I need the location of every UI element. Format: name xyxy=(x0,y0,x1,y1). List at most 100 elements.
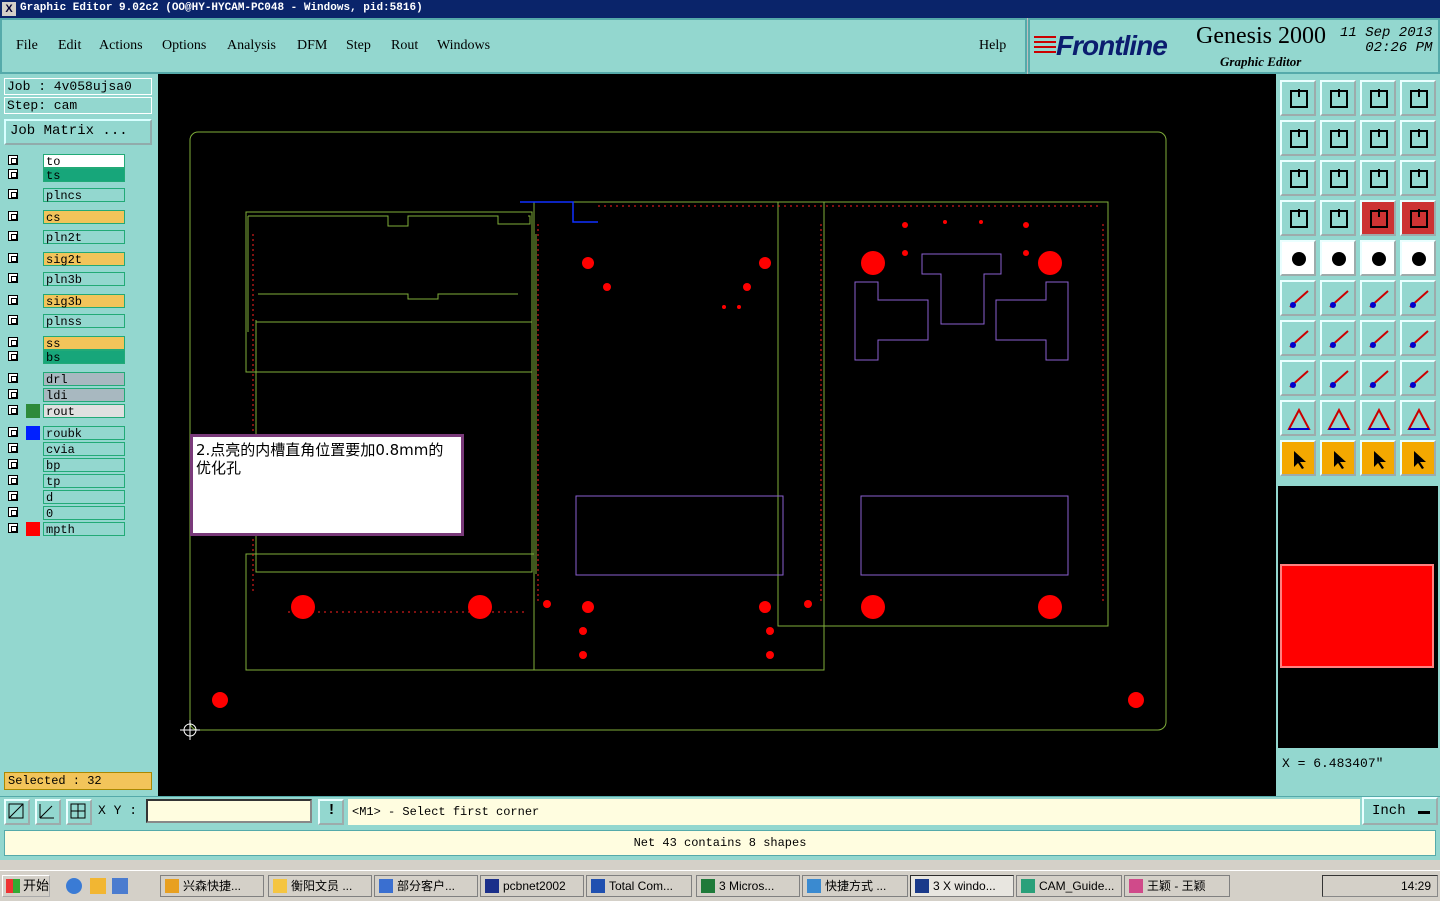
help-button[interactable] xyxy=(1400,160,1436,196)
flip-button[interactable] xyxy=(1360,120,1396,156)
layer-color-swatch[interactable] xyxy=(26,404,40,418)
pointer-frame-button[interactable] xyxy=(1320,440,1356,476)
scale-1-1-button[interactable] xyxy=(1360,160,1396,196)
menu-dfm[interactable]: DFM xyxy=(297,38,327,54)
layer-name[interactable]: plncs xyxy=(43,188,125,203)
layer-name[interactable]: sig2t xyxy=(43,252,125,267)
route-button[interactable] xyxy=(1400,440,1436,476)
layer-name[interactable]: bp xyxy=(43,458,125,473)
taskbar-item[interactable]: pcbnet2002 xyxy=(480,875,584,897)
menu-windows[interactable]: Windows xyxy=(437,38,490,54)
menu-file[interactable]: File xyxy=(16,38,38,54)
zoom-out-button[interactable] xyxy=(1320,120,1356,156)
reverse-button[interactable] xyxy=(1400,320,1436,356)
triangle-d-button[interactable] xyxy=(1400,400,1436,436)
delete-cross-button[interactable] xyxy=(1320,280,1356,316)
layer-name[interactable]: pln2t xyxy=(43,230,125,245)
copy-button[interactable] xyxy=(1400,280,1436,316)
menu-options[interactable]: Options xyxy=(162,38,206,54)
dimension-button[interactable] xyxy=(1360,360,1396,396)
layer-name[interactable]: ts xyxy=(43,168,125,183)
triangle-c-button[interactable] xyxy=(1360,400,1396,436)
menu-edit[interactable]: Edit xyxy=(58,38,81,54)
pad-move-button[interactable] xyxy=(1280,360,1316,396)
measure-button[interactable] xyxy=(35,799,61,825)
menu-analysis[interactable]: Analysis xyxy=(227,38,276,54)
layer-name[interactable]: pln3b xyxy=(43,272,125,287)
layer-checkbox[interactable] xyxy=(8,211,18,221)
save-button[interactable] xyxy=(1320,80,1356,116)
layer-checkbox[interactable] xyxy=(8,295,18,305)
menu-step[interactable]: Step xyxy=(346,38,371,54)
menu-help[interactable]: Help xyxy=(979,38,1006,54)
layer-name[interactable]: roubk xyxy=(43,426,125,441)
ie-quicklaunch-icon[interactable] xyxy=(66,878,82,894)
taskbar-item[interactable]: 兴森快捷... xyxy=(160,875,264,897)
panes-button[interactable] xyxy=(1400,80,1436,116)
layer-checkbox[interactable] xyxy=(8,491,18,501)
outlook-quicklaunch-icon[interactable] xyxy=(112,878,128,894)
layer-checkbox[interactable] xyxy=(8,443,18,453)
snap-button[interactable] xyxy=(1400,120,1436,156)
layer-checkbox[interactable] xyxy=(8,373,18,383)
circle-pad-button[interactable] xyxy=(1400,240,1436,276)
layer-config-red-2-button[interactable] xyxy=(1400,200,1436,236)
taskbar-item[interactable]: Total Com... xyxy=(586,875,692,897)
menu-actions[interactable]: Actions xyxy=(99,38,143,54)
triangle-a-button[interactable] xyxy=(1280,400,1316,436)
layer-checkbox[interactable] xyxy=(8,475,18,485)
layer-checkbox[interactable] xyxy=(8,273,18,283)
layer-name[interactable]: mpth xyxy=(43,522,125,537)
taskbar-item[interactable]: 3 X windo... xyxy=(910,875,1014,897)
layer-name[interactable]: ldi xyxy=(43,388,125,403)
home-button[interactable] xyxy=(1360,80,1396,116)
camera-button[interactable] xyxy=(1280,240,1316,276)
mini-map[interactable] xyxy=(1278,486,1438,748)
grid-button[interactable] xyxy=(1320,200,1356,236)
fit-all-button[interactable] xyxy=(1280,160,1316,196)
layer-checkbox[interactable] xyxy=(8,169,18,179)
layer-checkbox[interactable] xyxy=(8,523,18,533)
layer-checkbox[interactable] xyxy=(8,337,18,347)
desktop-quicklaunch-icon[interactable] xyxy=(90,878,106,894)
node-select-button[interactable] xyxy=(1280,280,1316,316)
taskbar-item[interactable]: 部分客户... xyxy=(374,875,478,897)
layer-checkbox[interactable] xyxy=(8,459,18,469)
layer-color-swatch[interactable] xyxy=(26,426,40,440)
line-button[interactable] xyxy=(1320,320,1356,356)
layer-checkbox[interactable] xyxy=(8,405,18,415)
layer-checkbox[interactable] xyxy=(8,427,18,437)
layer-color-swatch[interactable] xyxy=(26,522,40,536)
job-matrix-button[interactable]: Job Matrix ... xyxy=(4,119,152,145)
layer-name[interactable]: sig3b xyxy=(43,294,125,309)
grid-snap-button[interactable] xyxy=(66,799,92,825)
resize-button[interactable] xyxy=(1400,360,1436,396)
taskbar-item[interactable]: 快捷方式 ... xyxy=(802,875,908,897)
layer-name[interactable]: rout xyxy=(43,404,125,419)
trim-button[interactable] xyxy=(1320,360,1356,396)
layer-name[interactable]: cs xyxy=(43,210,125,225)
layer-name[interactable]: tp xyxy=(43,474,125,489)
layer-checkbox[interactable] xyxy=(8,315,18,325)
ruler-button[interactable] xyxy=(1360,240,1396,276)
layer-checkbox[interactable] xyxy=(8,155,18,165)
taskbar-item[interactable]: CAM_Guide... xyxy=(1016,875,1122,897)
layer-name[interactable]: to xyxy=(43,154,125,169)
alert-button[interactable]: ! xyxy=(318,799,344,825)
menu-rout[interactable]: Rout xyxy=(391,38,418,54)
layer-checkbox[interactable] xyxy=(8,253,18,263)
angle-button[interactable] xyxy=(1280,320,1316,356)
pan-button[interactable] xyxy=(1320,160,1356,196)
start-button[interactable]: 开始 xyxy=(2,875,50,897)
layer-name[interactable]: 0 xyxy=(43,506,125,521)
minimap-view-rect[interactable] xyxy=(1280,564,1434,668)
layer-name[interactable]: ss xyxy=(43,336,125,351)
layer-checkbox[interactable] xyxy=(8,351,18,361)
layer-config-red-button[interactable] xyxy=(1360,200,1396,236)
move-button[interactable] xyxy=(1360,280,1396,316)
taskbar-item[interactable]: 衡阳文员 ... xyxy=(268,875,372,897)
open-step-button[interactable] xyxy=(1280,80,1316,116)
settings-button[interactable] xyxy=(1280,200,1316,236)
layer-name[interactable]: bs xyxy=(43,350,125,365)
layer-name[interactable]: drl xyxy=(43,372,125,387)
